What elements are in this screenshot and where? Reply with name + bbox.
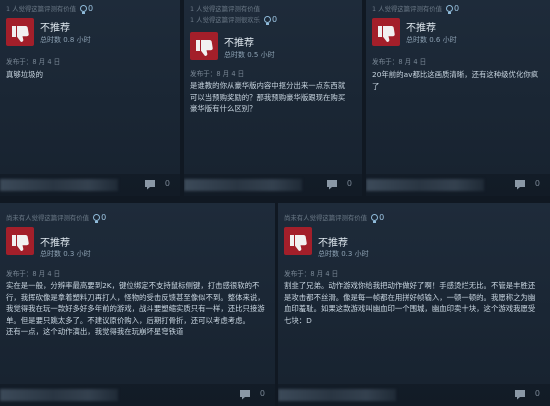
comment-count: 0 [534, 389, 540, 398]
funny-count-text: 1 人觉得这篇评测很欢乐 0 [190, 15, 278, 25]
review-verdict: 不推荐 [40, 23, 70, 34]
blurred-author [184, 179, 302, 191]
playtime-hours: 总时数 0.5 小时 [224, 51, 275, 59]
comment-count: 0 [259, 389, 265, 398]
award-bulb-icon[interactable] [371, 213, 379, 223]
review-verdict: 不推荐 [318, 238, 348, 249]
review-body: 实在是一般，分辨率最高要到2K，键位绑定不支持鼠标侧键，打击感很软的不行，我挥砍… [6, 281, 265, 337]
review-card: 1 人觉得这篇评测有价值 0 不推荐 总时数 0.8 小时 发布于：8 月 4 日… [0, 0, 180, 196]
thumbs-down-icon [372, 18, 400, 46]
comment-icon[interactable] [514, 389, 526, 400]
blurred-author [0, 389, 118, 401]
playtime-hours: 总时数 0.8 小时 [40, 36, 91, 44]
review-verdict: 不推荐 [406, 23, 436, 34]
thumbs-down-icon [6, 227, 34, 255]
blurred-author [0, 179, 118, 191]
review-card: 尚未有人觉得这篇评测有价值 0 不推荐 总时数 0.3 小时 发布于：8 月 4 … [0, 203, 275, 406]
review-card: 1 人觉得这篇评测有价值 0 不推荐 总时数 0.6 小时 发布于：8 月 4 日… [366, 0, 550, 196]
award-bulb-icon[interactable] [264, 15, 272, 25]
helpful-count-text: 1 人觉得这篇评测有价值 0 [372, 4, 460, 14]
thumbs-down-icon [190, 32, 218, 60]
review-footer: 0 [0, 384, 275, 406]
award-bulb-icon[interactable] [446, 4, 454, 14]
award-count: 0 [88, 4, 94, 13]
post-date: 发布于：8 月 4 日 [6, 270, 61, 278]
blurred-author [366, 179, 484, 191]
review-card: 尚未有人觉得这篇评测有价值 0 不推荐 总时数 0.3 小时 发布于：8 月 4 … [278, 203, 550, 406]
award-bulb-icon[interactable] [93, 213, 101, 223]
review-body: 真够垃圾的 [6, 70, 43, 79]
post-date: 发布于：8 月 4 日 [372, 58, 427, 66]
comment-icon[interactable] [239, 389, 251, 400]
playtime-hours: 总时数 0.6 小时 [406, 36, 457, 44]
blurred-author [278, 389, 396, 401]
award-count: 0 [379, 213, 385, 222]
post-date: 发布于：8 月 4 日 [284, 270, 339, 278]
comment-icon[interactable] [144, 179, 156, 190]
review-body: 割韭了兄弟。动作游戏你给我把动作做好了啊！手感烫烂无比。不管是丰胜还是攻击都不丝… [284, 281, 536, 325]
playtime-hours: 总时数 0.3 小时 [40, 250, 91, 258]
comment-count: 0 [164, 179, 170, 188]
review-footer: 0 [366, 174, 550, 196]
helpful-count-text: 尚未有人觉得这篇评测有价值 0 [6, 213, 107, 223]
comment-icon[interactable] [514, 179, 526, 190]
helpful-count-text: 尚未有人觉得这篇评测有价值 0 [284, 213, 385, 223]
review-footer: 0 [0, 174, 180, 196]
review-body: 是谁教的你从豪华版内容中抠分出来一点东西就可以当预购奖励的？那我预购豪华版跟现在… [190, 81, 346, 114]
review-footer: 0 [184, 174, 362, 196]
review-card: 1 人觉得这篇评测有价值 1 人觉得这篇评测很欢乐 0 不推荐 总时数 0.5 小… [184, 0, 362, 196]
playtime-hours: 总时数 0.3 小时 [318, 250, 369, 258]
comment-count: 0 [346, 179, 352, 188]
review-verdict: 不推荐 [224, 38, 254, 49]
review-verdict: 不推荐 [40, 238, 70, 249]
thumbs-down-icon [284, 227, 312, 255]
award-bulb-icon[interactable] [80, 4, 88, 14]
post-date: 发布于：8 月 4 日 [6, 58, 61, 66]
comment-count: 0 [534, 179, 540, 188]
award-count: 0 [101, 213, 107, 222]
review-footer: 0 [278, 384, 550, 406]
thumbs-down-icon [6, 18, 34, 46]
award-count: 0 [454, 4, 460, 13]
helpful-count-text: 1 人觉得这篇评测有价值 0 [6, 4, 94, 14]
award-count: 0 [272, 15, 278, 24]
review-body: 20年前的av都比这画质清晰，还有这种级优化你疯了 [372, 70, 539, 91]
comment-icon[interactable] [326, 179, 338, 190]
post-date: 发布于：8 月 4 日 [190, 70, 245, 78]
